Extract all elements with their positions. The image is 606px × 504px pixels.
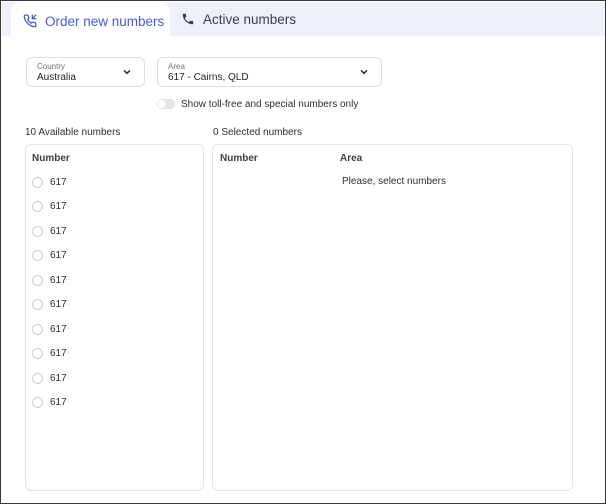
available-numbers-title: 10 Available numbers — [25, 127, 121, 138]
column-header-area: Area — [340, 153, 363, 164]
number-trail: · — [67, 375, 70, 381]
number-checkbox[interactable] — [32, 397, 43, 408]
number-checkbox[interactable] — [32, 372, 43, 384]
number-checkbox[interactable] — [32, 323, 43, 335]
area-label: Area — [168, 62, 185, 71]
number-label: 617 — [50, 274, 67, 286]
available-numbers-panel: Number 617 · 617 · 617 · 617 · 617 · 617 · 617 · 617 · 6… — [25, 144, 204, 491]
country-select[interactable]: Country Australia — [26, 57, 145, 87]
number-label: 617 — [50, 323, 67, 335]
number-row[interactable]: 617 · — [32, 249, 70, 263]
number-trail: · — [67, 179, 70, 185]
country-label: Country — [37, 62, 66, 71]
number-trail: · — [67, 399, 70, 406]
number-checkbox[interactable] — [32, 201, 43, 212]
number-trail: · — [67, 252, 70, 259]
selected-numbers-panel: Number Area Please, select numbers — [212, 144, 573, 491]
number-trail: · — [67, 203, 70, 210]
number-label: 617 — [50, 225, 67, 237]
phone-icon — [182, 13, 194, 25]
number-label: 617 — [50, 348, 67, 359]
number-checkbox[interactable] — [32, 299, 43, 310]
number-trail: · — [67, 326, 70, 332]
number-label: 617 — [50, 397, 67, 408]
number-trail: · — [67, 350, 70, 357]
toll-free-toggle-row: Show toll-free and special numbers only — [157, 97, 358, 111]
empty-selection-message: Please, select numbers — [342, 176, 446, 187]
number-row[interactable]: 617 · — [32, 298, 70, 312]
number-label: 617 — [50, 201, 67, 212]
selected-numbers-title: 0 Selected numbers — [213, 127, 302, 138]
toll-free-toggle-label: Show toll-free and special numbers only — [181, 98, 359, 110]
tab-label: Active numbers — [203, 11, 297, 27]
tab-label: Order new numbers — [45, 13, 165, 29]
number-row[interactable]: 617 · — [32, 200, 70, 214]
number-row[interactable]: 617 · — [32, 371, 70, 385]
phone-incoming-icon — [23, 14, 37, 28]
chevron-down-icon — [360, 70, 368, 75]
number-checkbox[interactable] — [32, 225, 43, 237]
tab-order-new-numbers[interactable]: Order new numbers — [11, 2, 170, 40]
number-row[interactable]: 617 · — [32, 347, 70, 361]
app-window: Order new numbers Active numbers Country… — [0, 0, 606, 504]
number-row[interactable]: 617 · — [32, 322, 70, 336]
area-select[interactable]: Area 617 - Cairns, QLD — [157, 57, 382, 87]
number-label: 617 — [50, 299, 67, 310]
toll-free-toggle[interactable] — [157, 99, 175, 109]
tab-active-numbers[interactable]: Active numbers — [174, 2, 314, 36]
chevron-down-icon — [123, 70, 131, 75]
number-checkbox[interactable] — [32, 348, 43, 359]
number-row[interactable]: 617 · — [32, 224, 70, 238]
number-trail: · — [67, 228, 70, 234]
number-row[interactable]: 617 · — [32, 396, 70, 410]
column-header-number: Number — [32, 153, 70, 164]
number-trail: · — [67, 277, 70, 283]
number-checkbox[interactable] — [32, 250, 43, 261]
toggle-knob — [158, 100, 166, 108]
number-trail: · — [67, 301, 70, 308]
number-checkbox[interactable] — [32, 176, 43, 188]
tab-bar: Order new numbers Active numbers — [2, 2, 605, 40]
number-checkbox[interactable] — [32, 274, 43, 286]
area-value: 617 - Cairns, QLD — [168, 72, 249, 83]
column-header-number: Number — [220, 153, 258, 164]
number-label: 617 — [50, 176, 67, 188]
number-label: 617 — [50, 372, 67, 384]
number-label: 617 — [50, 250, 67, 261]
number-row[interactable]: 617 · — [32, 175, 70, 189]
country-value: Australia — [37, 72, 76, 83]
number-row[interactable]: 617 · — [32, 273, 70, 287]
